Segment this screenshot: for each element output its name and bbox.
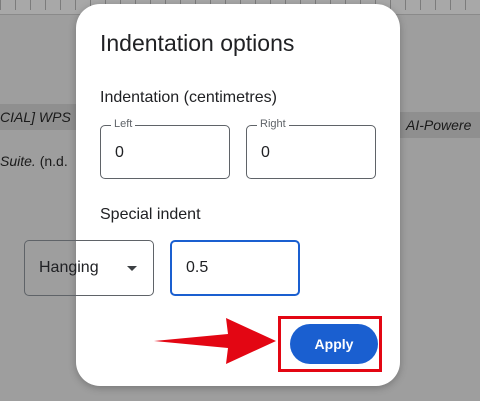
right-indent-label: Right (257, 118, 289, 130)
right-indent-value: 0 (261, 144, 270, 161)
document-text-line: AI-Powere (400, 112, 480, 138)
apply-button[interactable]: Apply (290, 324, 378, 364)
right-indent-field[interactable]: Right 0 (246, 118, 376, 179)
special-indent-heading: Special indent (100, 206, 201, 223)
left-indent-label: Left (111, 118, 136, 130)
document-text-line: CIAL] WPS (0, 104, 84, 130)
document-text-line: Suite. (n.d. (0, 148, 84, 174)
document-text-italic: Suite. (0, 153, 36, 169)
special-indent-type-value: Hanging (39, 259, 99, 276)
indentation-heading: Indentation (centimetres) (100, 89, 277, 106)
dropdown-caret-icon (127, 266, 137, 271)
special-indent-type-select[interactable]: Hanging (24, 240, 154, 296)
special-indent-value-field[interactable]: 0.5 (170, 240, 300, 296)
special-indent-value: 0.5 (186, 259, 209, 276)
left-indent-field[interactable]: Left 0 (100, 118, 230, 179)
red-arrow-annotation (154, 318, 276, 364)
dialog-title: Indentation options (100, 30, 295, 56)
left-indent-value: 0 (115, 144, 124, 161)
document-text-rest: (n.d. (35, 153, 68, 169)
